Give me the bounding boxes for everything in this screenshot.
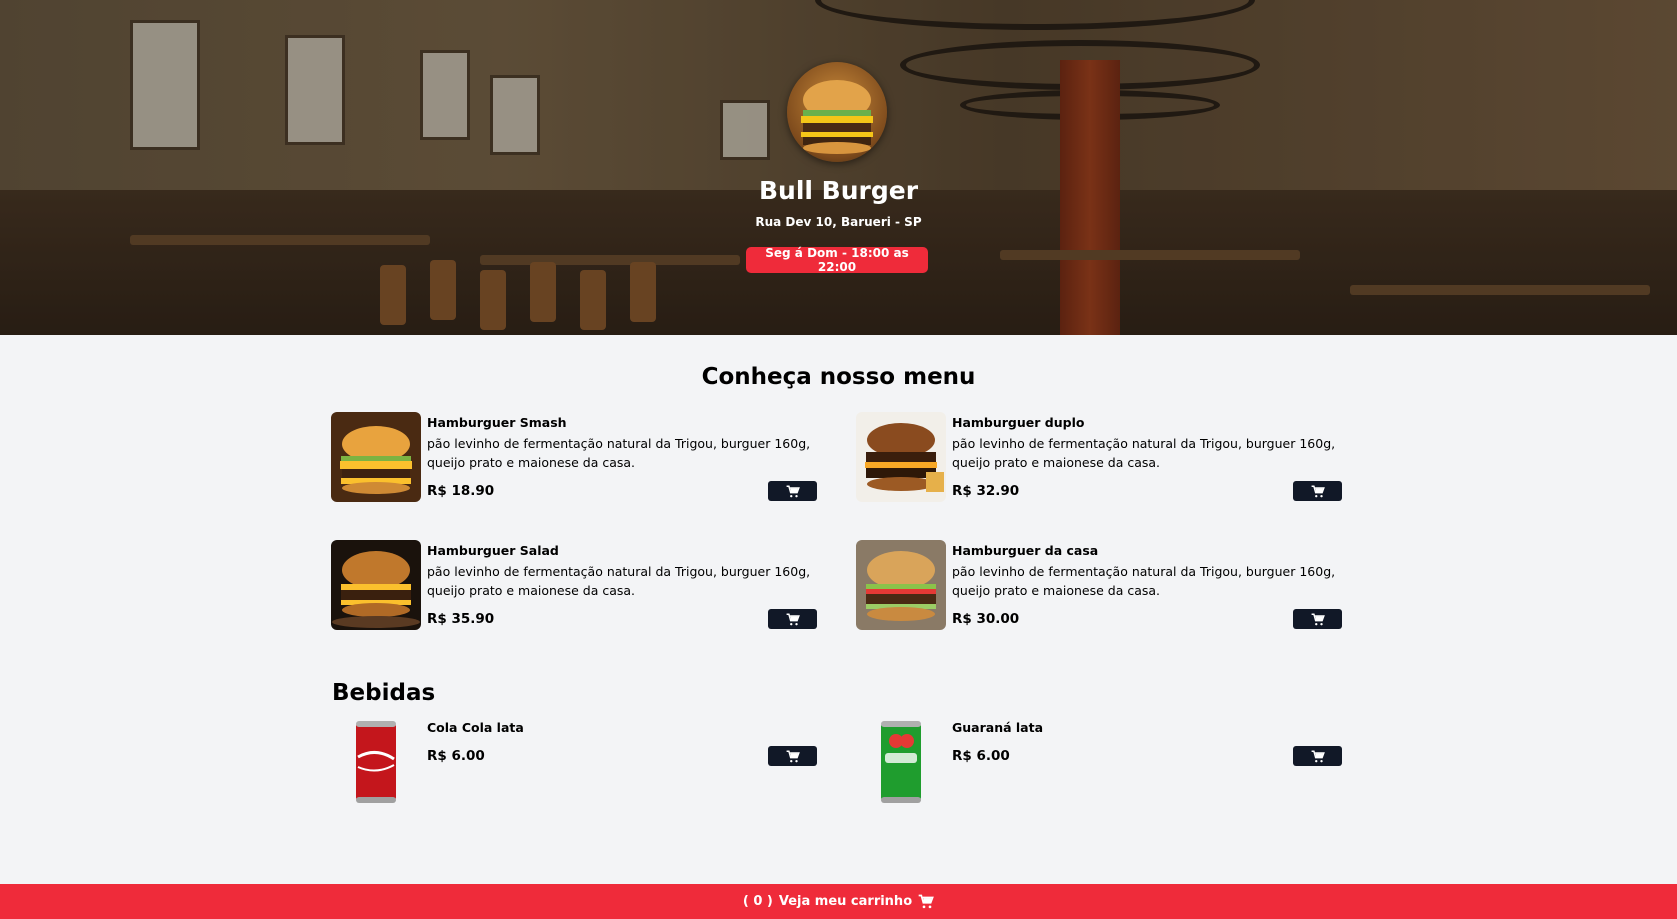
item-name: Hamburguer da casa — [952, 543, 1099, 558]
guarana-can-image — [856, 717, 946, 807]
item-description: pão levinho de fermentação natural da Tr… — [427, 436, 811, 470]
item-price: R$ 32.90 — [952, 483, 1020, 499]
item-price: R$ 18.90 — [427, 483, 495, 499]
cart-icon — [1311, 485, 1325, 497]
item-price: R$ 35.90 — [427, 611, 495, 627]
cart-icon — [1311, 613, 1325, 625]
cola-can-image — [331, 717, 421, 807]
item-price: R$ 30.00 — [952, 611, 1020, 627]
cart-icon — [786, 750, 800, 762]
burger-image — [856, 540, 946, 630]
item-name: Cola Cola lata — [427, 720, 524, 735]
menu-item: Hamburguer Salad pão levinho de fermenta… — [331, 540, 817, 630]
burger-image — [331, 412, 421, 502]
item-price: R$ 6.00 — [952, 748, 1010, 764]
menu-item: Hamburguer duplo pão levinho de fermenta… — [856, 412, 1342, 502]
item-name: Hamburguer Smash — [427, 415, 567, 430]
item-price: R$ 6.00 — [427, 748, 485, 764]
opening-hours-badge: Seg á Dom - 18:00 as 22:00 — [746, 246, 928, 274]
add-to-cart-button[interactable] — [768, 609, 817, 629]
drinks-section-title: Bebidas — [332, 680, 436, 706]
item-description: pão levinho de fermentação natural da Tr… — [952, 564, 1336, 598]
add-to-cart-button[interactable] — [768, 481, 817, 501]
cart-icon — [786, 613, 800, 625]
item-description: pão levinho de fermentação natural da Tr… — [952, 436, 1336, 470]
add-to-cart-button[interactable] — [1293, 746, 1342, 766]
add-to-cart-button[interactable] — [1293, 609, 1342, 629]
item-name: Guaraná lata — [952, 720, 1044, 735]
burger-image — [331, 540, 421, 630]
cart-icon — [1311, 750, 1325, 762]
restaurant-logo — [787, 62, 887, 162]
drink-item: Guaraná lata R$ 6.00 — [856, 717, 1342, 807]
add-to-cart-button[interactable] — [1293, 481, 1342, 501]
item-name: Hamburguer duplo — [952, 415, 1085, 430]
burger-image — [856, 412, 946, 502]
restaurant-address: Rua Dev 10, Barueri - SP — [755, 215, 922, 229]
drink-item: Cola Cola lata R$ 6.00 — [331, 717, 817, 807]
restaurant-name: Bull Burger — [758, 176, 919, 205]
item-description: pão levinho de fermentação natural da Tr… — [427, 564, 811, 598]
menu-item: Hamburguer Smash pão levinho de fermenta… — [331, 412, 817, 502]
view-cart-label: Veja meu carrinho — [778, 894, 913, 909]
cart-count: ( 0 ) — [742, 894, 773, 909]
view-cart-button[interactable]: ( 0 ) Veja meu carrinho — [0, 884, 1677, 919]
add-to-cart-button[interactable] — [768, 746, 817, 766]
hero-content: Bull Burger Rua Dev 10, Barueri - SP Seg… — [0, 0, 1677, 335]
menu-item: Hamburguer da casa pão levinho de fermen… — [856, 540, 1342, 630]
cart-icon — [918, 894, 934, 909]
cart-icon — [786, 485, 800, 497]
menu-title: Conheça nosso menu — [701, 364, 976, 390]
item-name: Hamburguer Salad — [427, 543, 559, 558]
